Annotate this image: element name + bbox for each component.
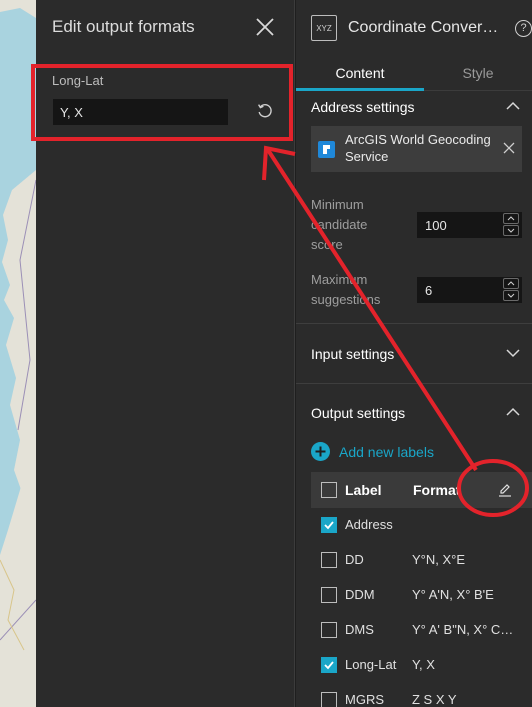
row-format: Y°N, X°E bbox=[412, 552, 466, 567]
row-format: Y, X bbox=[412, 657, 435, 672]
row-label: DD bbox=[345, 552, 364, 567]
chevron-up-icon bbox=[506, 101, 520, 110]
output-settings-header[interactable]: Output settings bbox=[296, 396, 532, 430]
decrement-icon[interactable] bbox=[503, 290, 519, 301]
table-row[interactable]: Long-Lat Y, X bbox=[311, 648, 532, 683]
row-label: DDM bbox=[345, 587, 375, 602]
output-settings-title: Output settings bbox=[311, 405, 406, 421]
row-checkbox[interactable] bbox=[321, 517, 337, 533]
geocoder-logo-icon bbox=[318, 141, 335, 158]
tab-style[interactable]: Style bbox=[424, 58, 532, 91]
row-checkbox[interactable] bbox=[321, 587, 337, 603]
label-column-header: Label bbox=[345, 482, 382, 498]
increment-icon[interactable] bbox=[503, 213, 519, 224]
row-format: Z S X Y bbox=[412, 692, 457, 707]
row-checkbox[interactable] bbox=[321, 552, 337, 568]
row-format: Y° A'N, X° B'E bbox=[412, 587, 494, 602]
table-row[interactable]: Address bbox=[311, 508, 532, 543]
plus-icon bbox=[311, 442, 330, 461]
row-label: Long-Lat bbox=[345, 657, 397, 672]
format-input[interactable] bbox=[53, 99, 228, 125]
row-checkbox[interactable] bbox=[321, 622, 337, 638]
edit-output-formats-panel: Edit output formats Long-Lat bbox=[36, 0, 295, 707]
table-row[interactable]: DMS Y° A' B"N, X° C… bbox=[311, 613, 532, 648]
checkmark-icon bbox=[324, 521, 334, 530]
select-all-checkbox[interactable] bbox=[321, 482, 337, 498]
increment-icon[interactable] bbox=[503, 278, 519, 289]
map-view[interactable] bbox=[0, 0, 36, 707]
address-settings-header[interactable]: Address settings bbox=[296, 90, 532, 124]
map-basemap bbox=[0, 0, 36, 707]
row-label: MGRS bbox=[345, 692, 384, 707]
row-checkbox[interactable] bbox=[321, 657, 337, 673]
max-suggestions-stepper bbox=[417, 277, 522, 303]
labels-table-header: Label Format bbox=[311, 472, 532, 508]
chevron-up-icon bbox=[506, 407, 520, 416]
row-format: Y° A' B"N, X° C… bbox=[412, 622, 514, 637]
checkmark-icon bbox=[324, 661, 334, 670]
table-row[interactable]: DDM Y° A'N, X° B'E bbox=[311, 578, 532, 613]
max-suggestions-label: Maximum suggestions bbox=[311, 272, 381, 307]
input-settings-header[interactable]: Input settings bbox=[296, 337, 532, 371]
section-divider bbox=[296, 323, 532, 324]
tab-content[interactable]: Content bbox=[296, 58, 424, 91]
chevron-down-icon bbox=[506, 349, 520, 358]
row-checkbox[interactable] bbox=[321, 692, 337, 707]
row-label: DMS bbox=[345, 622, 374, 637]
decrement-icon[interactable] bbox=[503, 225, 519, 236]
table-row[interactable]: MGRS Z S X Y bbox=[311, 683, 532, 707]
remove-geocoder-icon[interactable] bbox=[503, 142, 515, 154]
settings-panel: XYZ Coordinate Conver… ? Content Style A… bbox=[296, 0, 532, 707]
add-new-labels-text: Add new labels bbox=[339, 444, 434, 460]
min-score-label: Minimum candidate score bbox=[311, 197, 368, 252]
geocoder-name: ArcGIS World Geocoding Service bbox=[345, 132, 491, 164]
geocoder-chip[interactable]: ArcGIS World Geocoding Service bbox=[311, 126, 522, 172]
widget-title: Coordinate Conver… bbox=[348, 19, 499, 36]
format-column-header: Format bbox=[413, 482, 461, 498]
row-label: Address bbox=[345, 517, 393, 532]
reset-icon[interactable] bbox=[256, 102, 274, 120]
min-score-input[interactable] bbox=[417, 212, 501, 238]
min-score-stepper bbox=[417, 212, 522, 238]
help-icon[interactable]: ? bbox=[515, 20, 532, 37]
close-icon[interactable] bbox=[254, 16, 276, 38]
coordinate-widget-icon: XYZ bbox=[311, 15, 337, 41]
input-settings-title: Input settings bbox=[311, 346, 395, 362]
section-divider bbox=[296, 383, 532, 384]
edit-pencil-icon[interactable] bbox=[498, 483, 512, 497]
max-suggestions-input[interactable] bbox=[417, 277, 501, 303]
tab-bar: Content Style bbox=[296, 58, 532, 91]
format-row-label: Long-Lat bbox=[52, 73, 104, 88]
edit-panel-header: Edit output formats bbox=[36, 0, 295, 56]
widget-header: XYZ Coordinate Conver… ? bbox=[296, 0, 532, 56]
edit-panel-title: Edit output formats bbox=[52, 17, 195, 36]
address-settings-title: Address settings bbox=[311, 99, 415, 115]
table-row[interactable]: DD Y°N, X°E bbox=[311, 543, 532, 578]
